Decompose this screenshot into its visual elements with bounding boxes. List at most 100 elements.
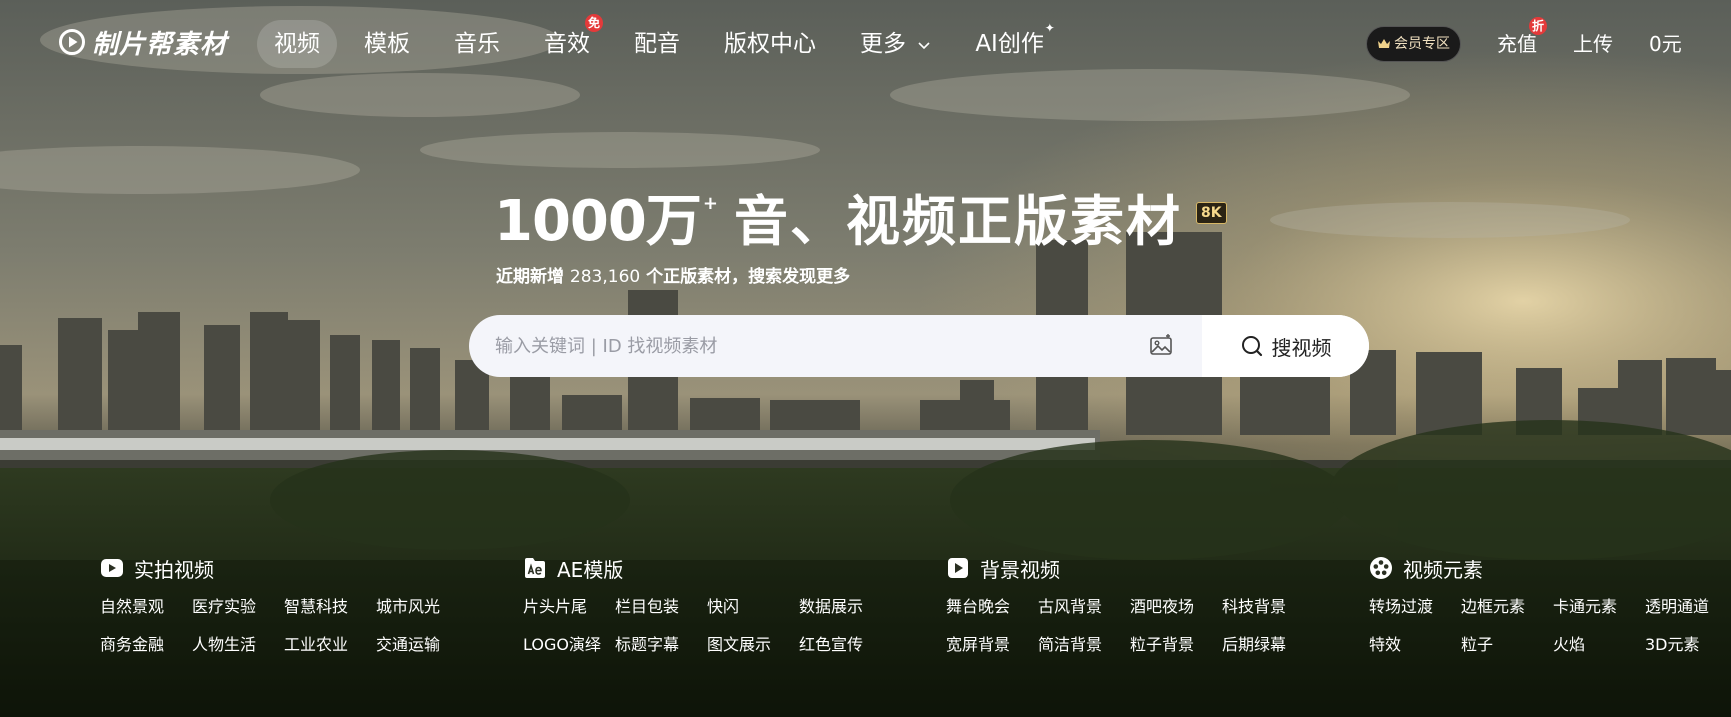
- search-button-label: 搜视频: [1271, 335, 1332, 360]
- category-live-footage: 实拍视频 自然景观 医疗实验 智慧科技 城市风光 商务金融 人物生活 工业农业 …: [100, 550, 468, 658]
- category-link[interactable]: 火焰: [1553, 632, 1645, 658]
- category-link[interactable]: 智慧科技: [284, 594, 376, 620]
- category-link[interactable]: 片头片尾: [523, 594, 615, 620]
- image-search-icon[interactable]: [1149, 334, 1173, 358]
- crown-icon: [1378, 39, 1390, 48]
- category-link[interactable]: 数据展示: [799, 594, 891, 620]
- category-links: 转场过渡 边框元素 卡通元素 透明通道 特效 粒子 火焰 3D元素: [1369, 594, 1731, 658]
- free-badge: 免: [585, 14, 603, 32]
- category-title-link[interactable]: 实拍视频: [100, 550, 468, 586]
- film-reel-icon: [1370, 557, 1392, 579]
- main-nav: 视频 模板 音乐 音效 免 配音 版权中心 更多 AI创作 ✦: [257, 14, 1071, 68]
- category-background-video: 背景视频 舞台晚会 古风背景 酒吧夜场 科技背景 宽屏背景 简洁背景 粒子背景 …: [946, 550, 1314, 658]
- category-link[interactable]: 快闪: [707, 594, 799, 620]
- category-link[interactable]: 图文展示: [707, 632, 799, 658]
- category-title: 视频元素: [1403, 557, 1483, 582]
- category-title-link[interactable]: AE模版: [523, 550, 891, 586]
- category-links: 自然景观 医疗实验 智慧科技 城市风光 商务金融 人物生活 工业农业 交通运输: [100, 594, 468, 658]
- category-link[interactable]: 舞台晚会: [946, 594, 1038, 620]
- search-input[interactable]: [495, 315, 1135, 377]
- nav-item-sound-effects[interactable]: 音效 免: [527, 14, 607, 68]
- category-title-link[interactable]: 背景视频: [946, 550, 1314, 586]
- hero-subtitle-number: 283,160: [569, 267, 641, 287]
- category-link[interactable]: 粒子: [1461, 632, 1553, 658]
- category-link[interactable]: 人物生活: [192, 632, 284, 658]
- nav-item-copyright-center[interactable]: 版权中心: [707, 20, 833, 68]
- nav-item-ai-create[interactable]: AI创作 ✦: [958, 20, 1061, 68]
- upload-label: 上传: [1573, 32, 1613, 56]
- search-icon: [1241, 336, 1262, 357]
- category-video-elements: 视频元素 转场过渡 边框元素 卡通元素 透明通道 特效 粒子 火焰 3D元素: [1369, 550, 1731, 658]
- nav-item-label: 音效: [544, 31, 590, 57]
- category-links: 舞台晚会 古风背景 酒吧夜场 科技背景 宽屏背景 简洁背景 粒子背景 后期绿幕: [946, 594, 1314, 658]
- search-bar: 搜视频: [469, 315, 1369, 377]
- vip-zone-label: 会员专区: [1394, 36, 1450, 52]
- user-actions: 会员专区 充值 折 上传 0元: [1366, 17, 1682, 62]
- sparkle-icon: ✦: [1044, 21, 1055, 35]
- hero-subtitle-suffix: 个正版素材，搜索发现更多: [640, 267, 851, 287]
- search-video-button[interactable]: 搜视频: [1202, 315, 1369, 377]
- nav-item-voiceover[interactable]: 配音: [617, 20, 697, 68]
- category-link[interactable]: 简洁背景: [1038, 632, 1130, 658]
- recharge-label: 充值: [1497, 32, 1537, 56]
- brand-name: 制片帮素材: [92, 29, 228, 60]
- category-link[interactable]: 古风背景: [1038, 594, 1130, 620]
- category-link[interactable]: 城市风光: [376, 594, 468, 620]
- category-link[interactable]: 后期绿幕: [1222, 632, 1314, 658]
- nav-item-label: AI创作: [975, 31, 1044, 57]
- nav-item-template[interactable]: 模板: [347, 20, 427, 68]
- category-link[interactable]: 3D元素: [1645, 632, 1731, 658]
- category-link[interactable]: 自然景观: [100, 594, 192, 620]
- nav-item-label: 更多: [860, 31, 906, 57]
- hero-subtitle: 近期新增 283,160 个正版素材，搜索发现更多: [496, 262, 850, 287]
- category-title-link[interactable]: 视频元素: [1369, 550, 1731, 586]
- video-camera-icon: [101, 559, 123, 577]
- nav-item-label: 模板: [364, 31, 410, 57]
- category-link[interactable]: 红色宣传: [799, 632, 891, 658]
- category-section: 实拍视频 自然景观 医疗实验 智慧科技 城市风光 商务金融 人物生活 工业农业 …: [0, 550, 1731, 670]
- hero-title-text: 音、视频正版素材: [733, 190, 1182, 253]
- category-link[interactable]: 工业农业: [284, 632, 376, 658]
- play-circle-icon: [59, 29, 85, 55]
- vip-zone-button[interactable]: 会员专区: [1366, 26, 1461, 62]
- nav-item-label: 音乐: [454, 31, 500, 57]
- category-link[interactable]: 医疗实验: [192, 594, 284, 620]
- hero-subtitle-prefix: 近期新增: [496, 267, 570, 287]
- chevron-down-icon: [918, 41, 930, 49]
- category-title: 实拍视频: [134, 557, 214, 582]
- balance-link[interactable]: 0元: [1649, 27, 1682, 61]
- category-link[interactable]: 科技背景: [1222, 594, 1314, 620]
- category-title: AE模版: [557, 557, 624, 582]
- category-link[interactable]: 边框元素: [1461, 594, 1553, 620]
- discount-badge: 折: [1529, 17, 1547, 35]
- recharge-link[interactable]: 充值 折: [1497, 17, 1547, 61]
- category-link[interactable]: 转场过渡: [1369, 594, 1461, 620]
- ae-file-icon: [525, 558, 545, 578]
- category-link[interactable]: 宽屏背景: [946, 632, 1038, 658]
- hero-title-count: 1000万: [494, 189, 702, 254]
- category-link[interactable]: 标题字幕: [615, 632, 707, 658]
- category-ae-templates: AE模版 片头片尾 栏目包装 快闪 数据展示 LOGO演绎 标题字幕 图文展示 …: [523, 550, 891, 658]
- upload-link[interactable]: 上传: [1573, 27, 1613, 61]
- nav-item-label: 视频: [274, 31, 320, 57]
- category-links: 片头片尾 栏目包装 快闪 数据展示 LOGO演绎 标题字幕 图文展示 红色宣传: [523, 594, 891, 658]
- nav-item-music[interactable]: 音乐: [437, 20, 517, 68]
- category-link[interactable]: 粒子背景: [1130, 632, 1222, 658]
- category-link[interactable]: LOGO演绎: [523, 632, 615, 658]
- nav-item-video[interactable]: 视频: [257, 20, 337, 68]
- category-title: 背景视频: [980, 557, 1060, 582]
- nav-item-more[interactable]: 更多: [843, 20, 948, 68]
- category-link[interactable]: 酒吧夜场: [1130, 594, 1222, 620]
- play-square-icon: [948, 558, 968, 578]
- category-link[interactable]: 透明通道: [1645, 594, 1731, 620]
- brand-logo[interactable]: 制片帮素材: [58, 24, 227, 60]
- category-link[interactable]: 栏目包装: [615, 594, 707, 620]
- hero-title: 1000万 + 音、视频正版素材 8K: [494, 190, 1227, 254]
- nav-item-label: 配音: [634, 31, 680, 57]
- top-header: 制片帮素材 视频 模板 音乐 音效 免 配音 版权中心 更多 AI创作 ✦ 会员…: [0, 0, 1731, 88]
- category-link[interactable]: 特效: [1369, 632, 1461, 658]
- category-link[interactable]: 卡通元素: [1553, 594, 1645, 620]
- balance-label: 0元: [1649, 32, 1682, 56]
- category-link[interactable]: 商务金融: [100, 632, 192, 658]
- category-link[interactable]: 交通运输: [376, 632, 468, 658]
